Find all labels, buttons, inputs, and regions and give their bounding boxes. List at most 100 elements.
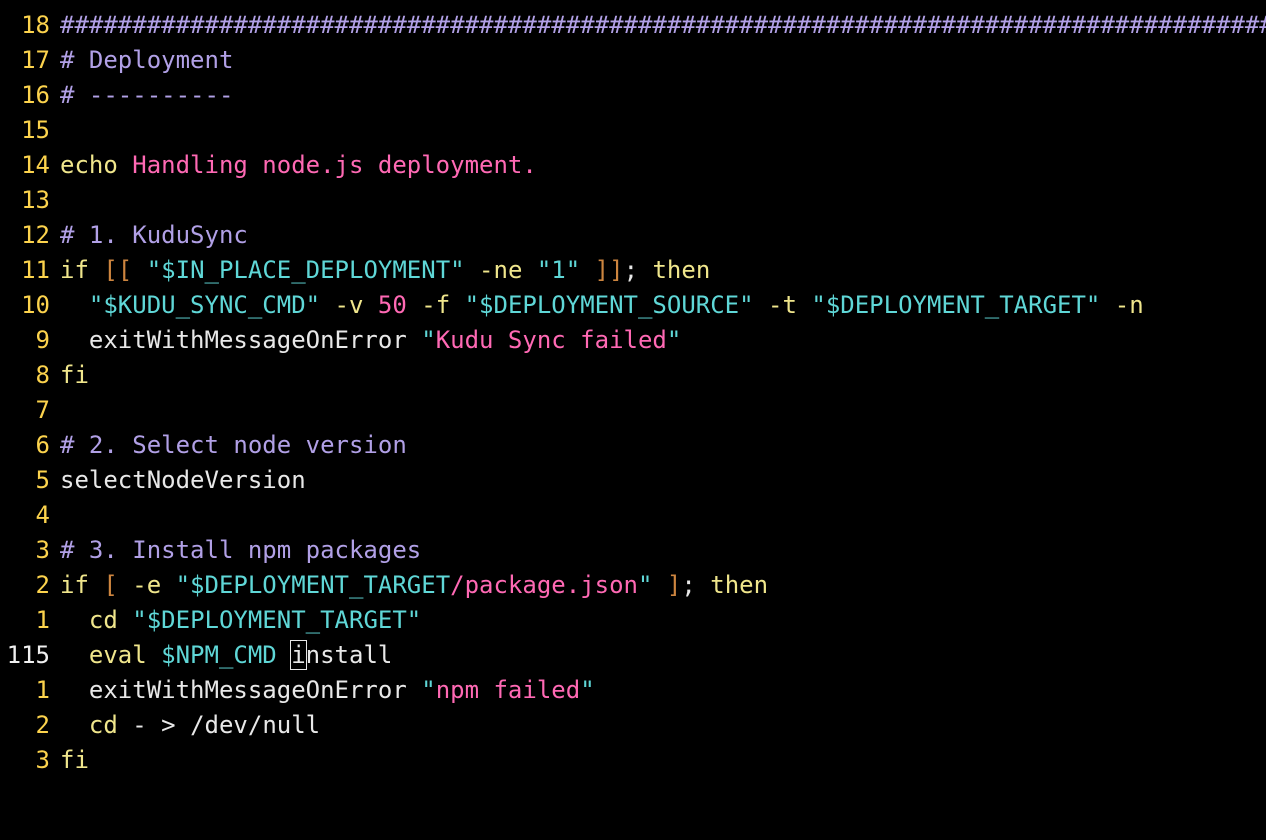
- code-token: if: [60, 571, 103, 599]
- code-token: ": [421, 676, 435, 704]
- code-line[interactable]: selectNodeVersion: [60, 463, 1266, 498]
- code-token: # 1. KuduSync: [60, 221, 248, 249]
- code-token: ": [580, 676, 594, 704]
- line-number: 10: [0, 288, 50, 323]
- code-token: "$DEPLOYMENT_TARGET": [132, 606, 421, 634]
- cursor: i: [290, 640, 306, 670]
- code-line[interactable]: fi: [60, 743, 1266, 778]
- code-token: -v: [320, 291, 378, 319]
- code-token: ": [638, 571, 652, 599]
- code-token: ]]: [595, 256, 624, 284]
- code-token: cd: [89, 711, 132, 739]
- code-line[interactable]: [60, 183, 1266, 218]
- code-line[interactable]: ########################################…: [60, 8, 1266, 43]
- code-token: [: [103, 571, 117, 599]
- code-line[interactable]: # 1. KuduSync: [60, 218, 1266, 253]
- code-line[interactable]: # ----------: [60, 78, 1266, 113]
- code-token: "1": [537, 256, 580, 284]
- code-token: 50: [378, 291, 407, 319]
- code-token: exitWithMessageOnError: [60, 326, 421, 354]
- code-token: [60, 641, 89, 669]
- line-number: 18: [0, 8, 50, 43]
- code-token: if: [60, 256, 103, 284]
- code-token: -e: [118, 571, 176, 599]
- code-token: fi: [60, 361, 89, 389]
- code-line[interactable]: echo Handling node.js deployment.: [60, 148, 1266, 183]
- code-area[interactable]: ########################################…: [54, 8, 1266, 778]
- code-token: -ne: [465, 256, 537, 284]
- code-token: -f: [407, 291, 465, 319]
- code-editor[interactable]: 181716151413121110987654321115123 ######…: [0, 0, 1266, 778]
- code-token: [[: [103, 256, 132, 284]
- code-token: Handling node.js deployment.: [132, 151, 537, 179]
- code-line[interactable]: if [[ "$IN_PLACE_DEPLOYMENT" -ne "1" ]];…: [60, 253, 1266, 288]
- code-line[interactable]: "$KUDU_SYNC_CMD" -v 50 -f "$DEPLOYMENT_S…: [60, 288, 1266, 323]
- line-number: 6: [0, 428, 50, 463]
- code-token: ;: [624, 256, 653, 284]
- code-token: /dev/null: [190, 711, 320, 739]
- line-number: 5: [0, 463, 50, 498]
- code-token: echo: [60, 151, 132, 179]
- code-token: [60, 291, 89, 319]
- line-number: 11: [0, 253, 50, 288]
- code-token: # 2. Select node version: [60, 431, 407, 459]
- line-number: 12: [0, 218, 50, 253]
- code-token: ": [421, 326, 435, 354]
- code-line[interactable]: exitWithMessageOnError "Kudu Sync failed…: [60, 323, 1266, 358]
- line-number: 7: [0, 393, 50, 428]
- code-line[interactable]: [60, 498, 1266, 533]
- code-token: then: [710, 571, 768, 599]
- code-line[interactable]: fi: [60, 358, 1266, 393]
- code-token: [132, 256, 146, 284]
- code-line[interactable]: cd - > /dev/null: [60, 708, 1266, 743]
- code-line[interactable]: [60, 393, 1266, 428]
- code-token: then: [652, 256, 710, 284]
- line-number: 8: [0, 358, 50, 393]
- code-token: selectNodeVersion: [60, 466, 306, 494]
- line-number: 15: [0, 113, 50, 148]
- code-token: [652, 571, 666, 599]
- line-number: 14: [0, 148, 50, 183]
- code-line[interactable]: cd "$DEPLOYMENT_TARGET": [60, 603, 1266, 638]
- line-number: 1: [0, 603, 50, 638]
- code-token: -t: [754, 291, 812, 319]
- code-token: "$IN_PLACE_DEPLOYMENT": [147, 256, 465, 284]
- code-line[interactable]: eval $NPM_CMD install: [60, 638, 1266, 673]
- code-line[interactable]: exitWithMessageOnError "npm failed": [60, 673, 1266, 708]
- line-number: 115: [0, 638, 50, 673]
- line-number: 2: [0, 568, 50, 603]
- code-line[interactable]: # Deployment: [60, 43, 1266, 78]
- code-token: $NPM_CMD: [161, 641, 277, 669]
- code-line[interactable]: [60, 113, 1266, 148]
- code-token: Kudu Sync failed: [436, 326, 667, 354]
- code-token: # Deployment: [60, 46, 233, 74]
- code-token: [60, 606, 89, 634]
- line-number: 13: [0, 183, 50, 218]
- line-number: 2: [0, 708, 50, 743]
- code-line[interactable]: # 2. Select node version: [60, 428, 1266, 463]
- line-number: 9: [0, 323, 50, 358]
- code-token: [277, 641, 291, 669]
- code-token: # ----------: [60, 81, 233, 109]
- line-number-gutter: 181716151413121110987654321115123: [0, 8, 54, 778]
- line-number: 16: [0, 78, 50, 113]
- code-line[interactable]: if [ -e "$DEPLOYMENT_TARGET/package.json…: [60, 568, 1266, 603]
- code-token: # 3. Install npm packages: [60, 536, 421, 564]
- line-number: 17: [0, 43, 50, 78]
- line-number: 1: [0, 673, 50, 708]
- code-token: "$KUDU_SYNC_CMD": [89, 291, 320, 319]
- code-token: "$DEPLOYMENT_TARGET: [176, 571, 451, 599]
- code-token: >: [161, 711, 190, 739]
- code-token: eval: [89, 641, 161, 669]
- code-token: -: [132, 711, 161, 739]
- code-token: ]: [667, 571, 681, 599]
- code-token: ": [667, 326, 681, 354]
- code-token: [60, 711, 89, 739]
- code-token: [580, 256, 594, 284]
- line-number: 3: [0, 743, 50, 778]
- line-number: 4: [0, 498, 50, 533]
- code-token: -n: [1100, 291, 1158, 319]
- code-line[interactable]: # 3. Install npm packages: [60, 533, 1266, 568]
- line-number: 3: [0, 533, 50, 568]
- code-token: cd: [89, 606, 132, 634]
